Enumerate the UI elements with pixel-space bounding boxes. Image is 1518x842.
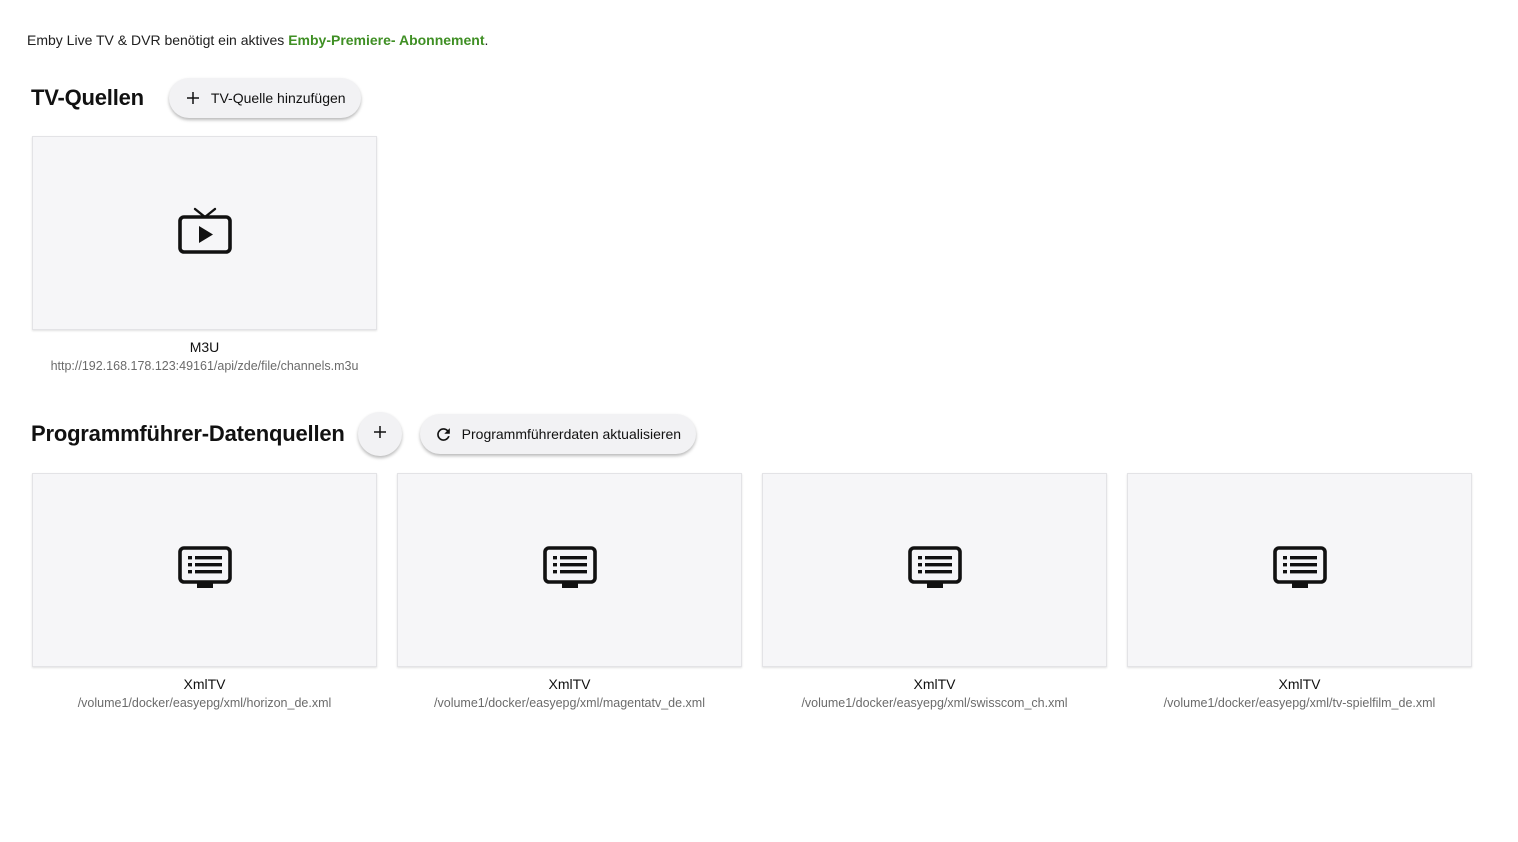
- live-tv-icon: [177, 206, 233, 261]
- add-tv-source-label: TV-Quelle hinzufügen: [210, 90, 346, 106]
- plus-icon: [371, 423, 389, 446]
- guide-list-icon: [177, 545, 233, 596]
- guide-source-card-image[interactable]: [397, 473, 742, 667]
- guide-source-card-image[interactable]: [1127, 473, 1472, 667]
- guide-source-card: XmlTV /volume1/docker/easyepg/xml/magent…: [397, 473, 742, 711]
- add-tv-source-button[interactable]: TV-Quelle hinzufügen: [168, 78, 361, 118]
- guide-source-card: XmlTV /volume1/docker/easyepg/xml/swissc…: [762, 473, 1107, 711]
- guide-source-card: XmlTV /volume1/docker/easyepg/xml/horizo…: [32, 473, 377, 711]
- refresh-guide-data-button[interactable]: Programmführerdaten aktualisieren: [419, 414, 697, 454]
- guide-list-icon: [542, 545, 598, 596]
- tv-sources-header: TV-Quellen TV-Quelle hinzufügen: [31, 78, 361, 118]
- notice-suffix: .: [484, 32, 489, 48]
- guide-list-icon: [1272, 545, 1328, 596]
- live-tv-settings-page: Emby Live TV & DVR benötigt ein aktives …: [0, 0, 1518, 842]
- guide-sources-title: Programmführer-Datenquellen: [31, 421, 345, 446]
- guide-source-title: XmlTV: [548, 676, 591, 692]
- refresh-icon: [434, 424, 454, 444]
- plus-icon: [183, 88, 203, 108]
- guide-source-title: XmlTV: [1278, 676, 1321, 692]
- guide-source-card-image[interactable]: [32, 473, 377, 667]
- tv-source-title: M3U: [189, 339, 220, 355]
- guide-source-path: /volume1/docker/easyepg/xml/tv-spielfilm…: [1163, 696, 1436, 710]
- guide-list-icon: [907, 545, 963, 596]
- tv-sources-title: TV-Quellen: [31, 85, 144, 110]
- tv-source-card-m3u: M3U http://192.168.178.123:49161/api/zde…: [32, 136, 377, 374]
- premiere-subscription-link[interactable]: Emby-Premiere- Abonnement: [288, 32, 484, 48]
- guide-source-path: /volume1/docker/easyepg/xml/swisscom_ch.…: [801, 696, 1068, 710]
- refresh-guide-data-label: Programmführerdaten aktualisieren: [461, 426, 682, 442]
- tv-source-card-image[interactable]: [32, 136, 377, 330]
- guide-source-card-image[interactable]: [762, 473, 1107, 667]
- guide-sources-header: Programmführer-Datenquellen Programmführ…: [31, 412, 697, 456]
- tv-source-url: http://192.168.178.123:49161/api/zde/fil…: [50, 359, 359, 373]
- premiere-notice: Emby Live TV & DVR benötigt ein aktives …: [27, 31, 488, 49]
- guide-source-card: XmlTV /volume1/docker/easyepg/xml/tv-spi…: [1127, 473, 1472, 711]
- guide-source-title: XmlTV: [913, 676, 956, 692]
- guide-source-title: XmlTV: [183, 676, 226, 692]
- add-guide-source-button[interactable]: [357, 412, 402, 456]
- guide-source-path: /volume1/docker/easyepg/xml/horizon_de.x…: [77, 696, 332, 710]
- notice-text: Emby Live TV & DVR benötigt ein aktives: [27, 32, 289, 48]
- guide-source-path: /volume1/docker/easyepg/xml/magentatv_de…: [434, 696, 705, 710]
